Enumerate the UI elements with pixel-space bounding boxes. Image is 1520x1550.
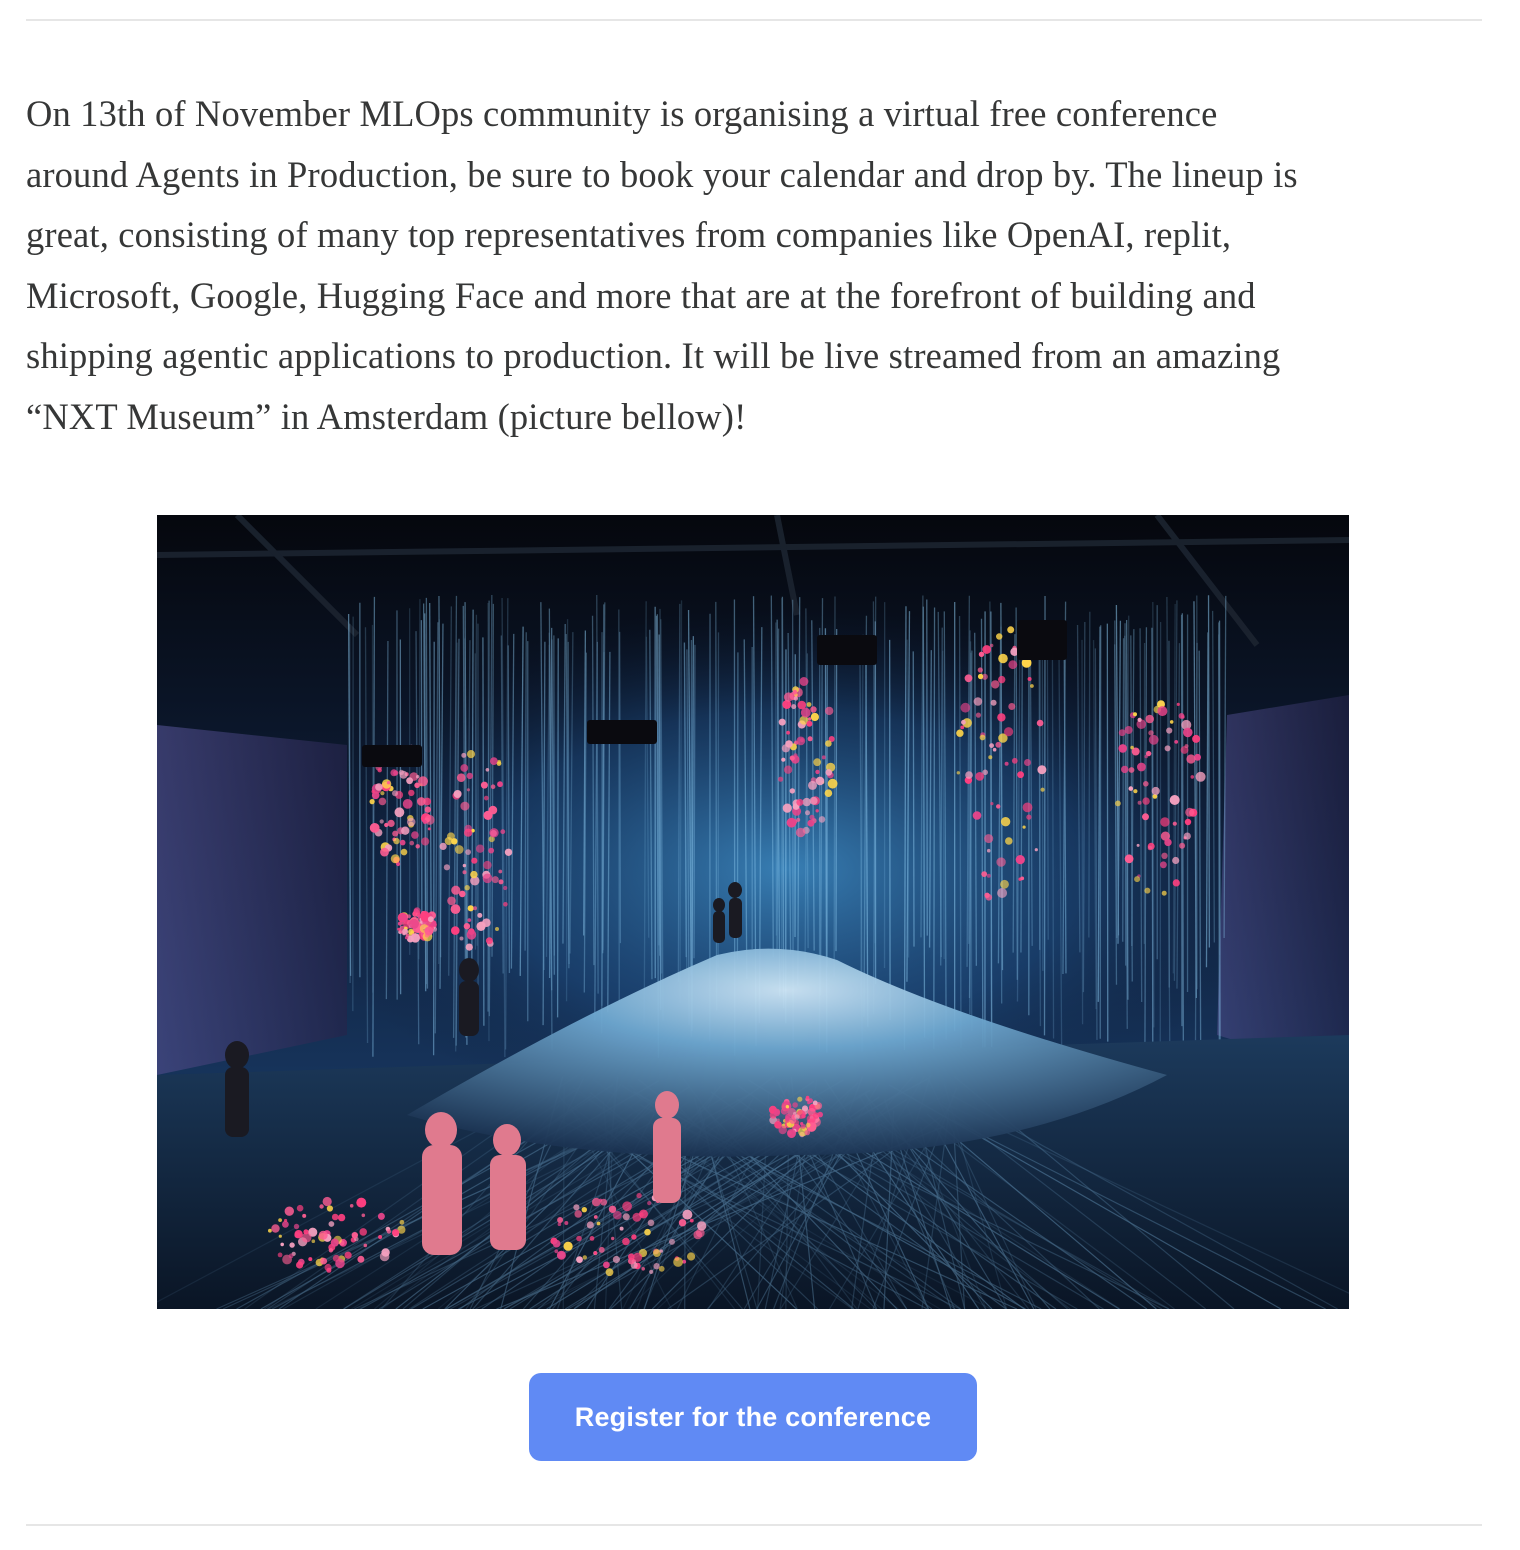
paragraph-line: On 13th of November MLOps community is o… bbox=[26, 93, 1218, 134]
paragraph-line: great, consisting of many top representa… bbox=[26, 214, 1232, 256]
bottom-divider bbox=[26, 1524, 1482, 1526]
museum-photo bbox=[157, 515, 1349, 1309]
museum-photo-illustration bbox=[157, 515, 1349, 1309]
article-paragraph: On 13th of November MLOps community is o… bbox=[26, 84, 1488, 448]
paragraph-line: shipping agentic applications to product… bbox=[26, 335, 1281, 377]
paragraph-line: “NXT Museum” in Amsterdam (picture bello… bbox=[26, 395, 747, 437]
paragraph-line: around Agents in Production, be sure to … bbox=[26, 153, 1298, 195]
top-divider bbox=[26, 19, 1482, 21]
register-button[interactable]: Register for the conference bbox=[529, 1373, 977, 1461]
paragraph-line: Microsoft, Google, Hugging Face and more… bbox=[26, 274, 1256, 316]
